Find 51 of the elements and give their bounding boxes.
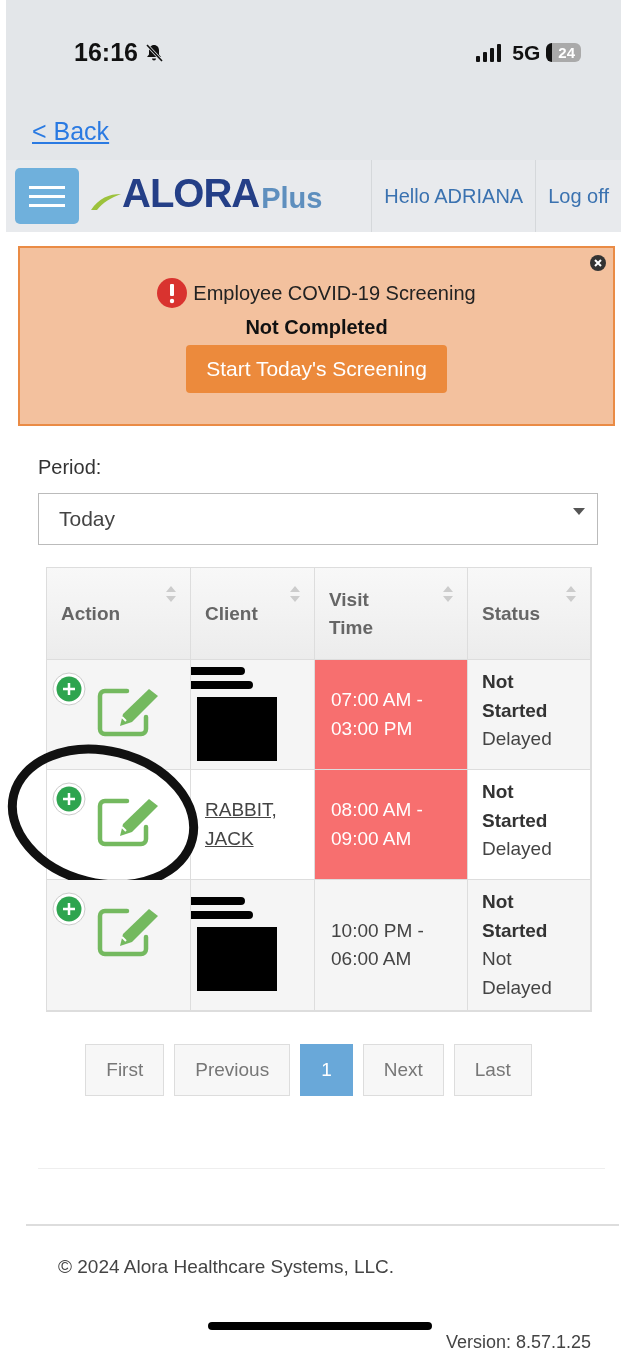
column-header[interactable]: Action: [47, 568, 191, 660]
visit-time-cell: 07:00 AM - 03:00 PM: [315, 660, 468, 770]
status-text: Not Started: [482, 670, 549, 723]
close-icon[interactable]: [590, 255, 606, 271]
sort-icon: [166, 586, 176, 602]
page-button[interactable]: Next: [362, 1044, 444, 1096]
logo-text: ALORA: [122, 171, 260, 216]
delay-text: Delayed: [482, 727, 553, 751]
column-header[interactable]: Visit Time: [315, 568, 468, 660]
edit-icon[interactable]: [97, 687, 161, 737]
copyright-text: © 2024 Alora Healthcare Systems, LLC.: [58, 1256, 396, 1278]
page-button[interactable]: Previous: [174, 1044, 291, 1096]
status-time: 16:16: [74, 38, 138, 67]
alert-subtitle: Not Completed: [245, 316, 388, 339]
page-button[interactable]: 1: [300, 1044, 353, 1096]
status-text: Not Started: [482, 780, 549, 833]
sort-icon: [566, 586, 576, 602]
page-button[interactable]: First: [85, 1044, 165, 1096]
dropdown-caret-icon: [573, 508, 585, 515]
column-header[interactable]: Status: [468, 568, 591, 660]
delay-text: Not Delayed: [482, 947, 553, 1000]
add-icon[interactable]: [52, 892, 86, 926]
edit-icon[interactable]: [97, 907, 161, 957]
warning-icon: [157, 278, 188, 308]
muted-bell-icon: [143, 42, 164, 63]
signal-icon: [476, 43, 503, 62]
status-text: Not Started: [482, 890, 549, 943]
logoff-link[interactable]: Log off: [535, 160, 621, 232]
add-icon[interactable]: [52, 782, 86, 816]
client-link[interactable]: RABBIT, JACK: [205, 796, 314, 853]
logo-subtext: Plus: [261, 182, 323, 215]
version-text: Version: 8.57.1.25: [445, 1332, 591, 1353]
period-select[interactable]: Today: [38, 493, 598, 545]
visit-time-cell: 08:00 AM - 09:00 AM: [315, 770, 468, 880]
battery-indicator: 24: [546, 43, 581, 62]
menu-button[interactable]: [15, 168, 79, 224]
start-screening-button[interactable]: Start Today's Screening: [186, 345, 447, 393]
delay-text: Delayed: [482, 837, 553, 861]
network-label: 5G: [512, 40, 541, 65]
greeting-link[interactable]: Hello ADRIANA: [371, 160, 536, 232]
alert-title: Employee COVID-19 Screening: [193, 281, 476, 305]
period-label: Period:: [38, 456, 103, 479]
sort-icon: [290, 586, 300, 602]
column-header[interactable]: Client: [191, 568, 315, 660]
page-button[interactable]: Last: [453, 1044, 532, 1096]
sort-icon: [443, 586, 453, 602]
visit-time-cell: 10:00 PM - 06:00 AM: [315, 880, 468, 1011]
edit-icon[interactable]: [97, 797, 161, 847]
add-icon[interactable]: [52, 672, 86, 706]
back-link[interactable]: < Back: [32, 117, 110, 146]
menu-icon: [29, 184, 65, 208]
